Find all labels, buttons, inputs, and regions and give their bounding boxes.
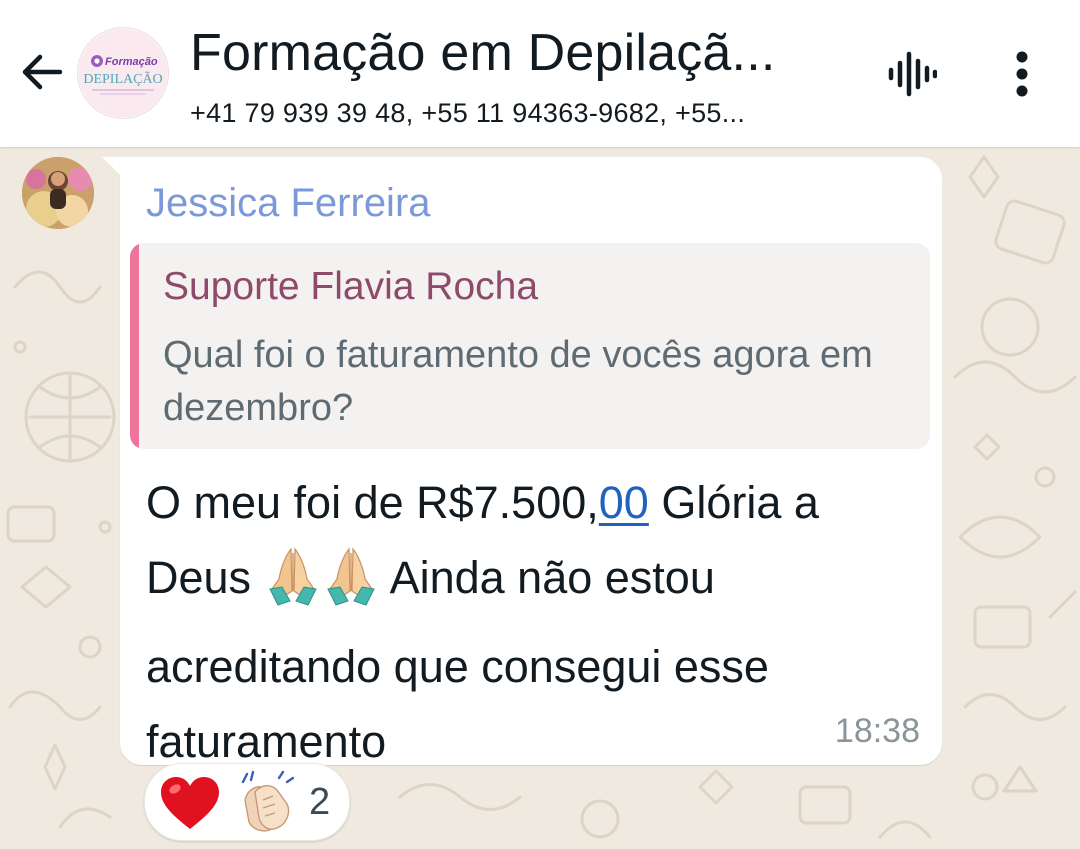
message-sender[interactable]: Jessica Ferreira	[146, 179, 431, 227]
message-bubble[interactable]: Jessica Ferreira Suporte Flavia Rocha Qu…	[120, 157, 942, 767]
clapping-hands-icon	[241, 770, 295, 832]
sender-avatar[interactable]	[22, 157, 94, 229]
chat-header: Formação DEPILAÇÃO Formação em Depilaçã.…	[0, 0, 1080, 147]
folded-hands-icon	[264, 543, 322, 629]
quoted-author: Suporte Flavia Rocha	[163, 265, 539, 308]
logo-top-text: Formação	[105, 56, 158, 68]
heart-icon	[161, 777, 219, 829]
audio-waveform-icon	[888, 51, 937, 97]
quote-accent-bar	[130, 243, 139, 449]
reactions-pill[interactable]: 2	[144, 763, 350, 841]
group-participants: +41 79 939 39 48, +55 11 94363-9682, +55…	[190, 98, 746, 128]
quoted-text: Qual foi o faturamento de vocês agora em…	[163, 334, 873, 429]
group-logo-image: Formação DEPILAÇÃO	[79, 29, 167, 117]
folded-hands-icon	[322, 543, 380, 629]
back-button[interactable]	[14, 44, 70, 100]
message-link[interactable]: 00	[599, 477, 649, 528]
voice-chat-button[interactable]	[880, 46, 942, 102]
group-title: Formação em Depilaçã...	[190, 24, 776, 82]
logo-main-text: DEPILAÇÃO	[83, 71, 162, 87]
more-vertical-icon	[1016, 51, 1028, 97]
message-time: 18:38	[834, 712, 920, 750]
quoted-message[interactable]: Suporte Flavia Rocha Qual foi o faturame…	[130, 243, 930, 449]
more-options-button[interactable]	[996, 46, 1048, 102]
arrow-left-icon	[22, 54, 63, 90]
avatar-photo	[22, 157, 94, 229]
message-text: O meu foi de R$7.500,00 Glória a Deus Ai…	[146, 465, 926, 779]
chat-area[interactable]: Jessica Ferreira Suporte Flavia Rocha Qu…	[0, 147, 1080, 849]
group-avatar[interactable]: Formação DEPILAÇÃO	[77, 27, 169, 119]
message-text-part-1: O meu foi de R$7.500,	[146, 477, 599, 528]
group-title-block[interactable]: Formação em Depilaçã... +41 79 939 39 48…	[190, 22, 850, 130]
reaction-count: 2	[309, 781, 331, 823]
